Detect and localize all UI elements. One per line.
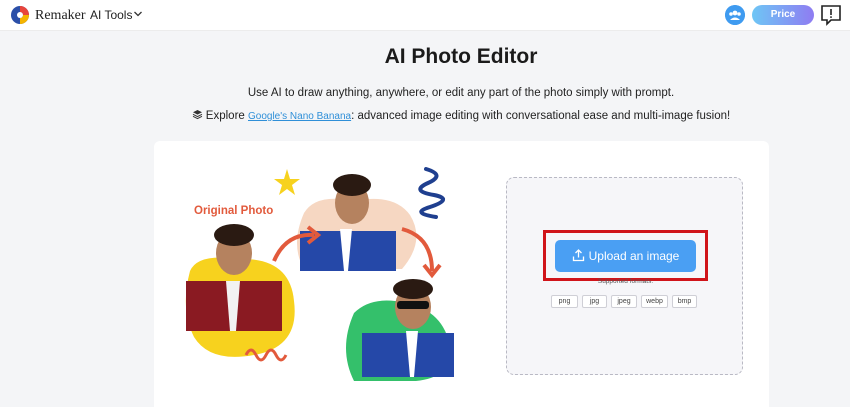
format-tag: png [551,295,578,308]
explore-suffix: : advanced image editing with conversati… [351,110,731,122]
format-tag: jpeg [611,295,637,308]
upload-button-label: Upload an image [588,249,680,263]
format-tag: bmp [672,295,697,308]
community-icon[interactable] [725,5,745,25]
formats-list: png jpg jpeg webp bmp [551,295,701,309]
explore-line: Explore Google's Nano Banana: advanced i… [0,109,850,122]
explore-prefix: Explore [205,110,245,122]
upload-image-button[interactable]: Upload an image [555,240,696,272]
star-doodle [274,169,300,195]
upload-icon [572,249,584,262]
chevron-down-icon[interactable] [133,9,143,19]
editor-card: Original Photo Upload an image Supported… [154,141,769,407]
price-button[interactable]: Price [752,5,814,25]
format-tag: webp [641,295,668,308]
format-tag: jpg [582,295,607,308]
scribble-doodle [418,167,445,219]
feedback-icon[interactable] [820,4,842,26]
remaker-logo-icon[interactable] [10,5,30,25]
layers-icon [192,110,203,120]
top-bar: Remaker AI Tools Price [0,0,850,31]
page-title: AI Photo Editor [384,45,538,68]
ai-tools-menu[interactable]: AI Tools [90,8,132,22]
upload-dropzone[interactable]: Upload an image Supported formats: png j… [506,177,743,375]
original-photo-label: Original Photo [194,205,274,217]
demo-illustration [185,167,454,381]
brand-name[interactable]: Remaker [35,8,86,24]
nano-banana-link[interactable]: Google's Nano Banana [248,111,351,122]
page-subtitle: Use AI to draw anything, anywhere, or ed… [247,87,675,99]
supported-formats-label: Supported formats: [597,278,654,285]
